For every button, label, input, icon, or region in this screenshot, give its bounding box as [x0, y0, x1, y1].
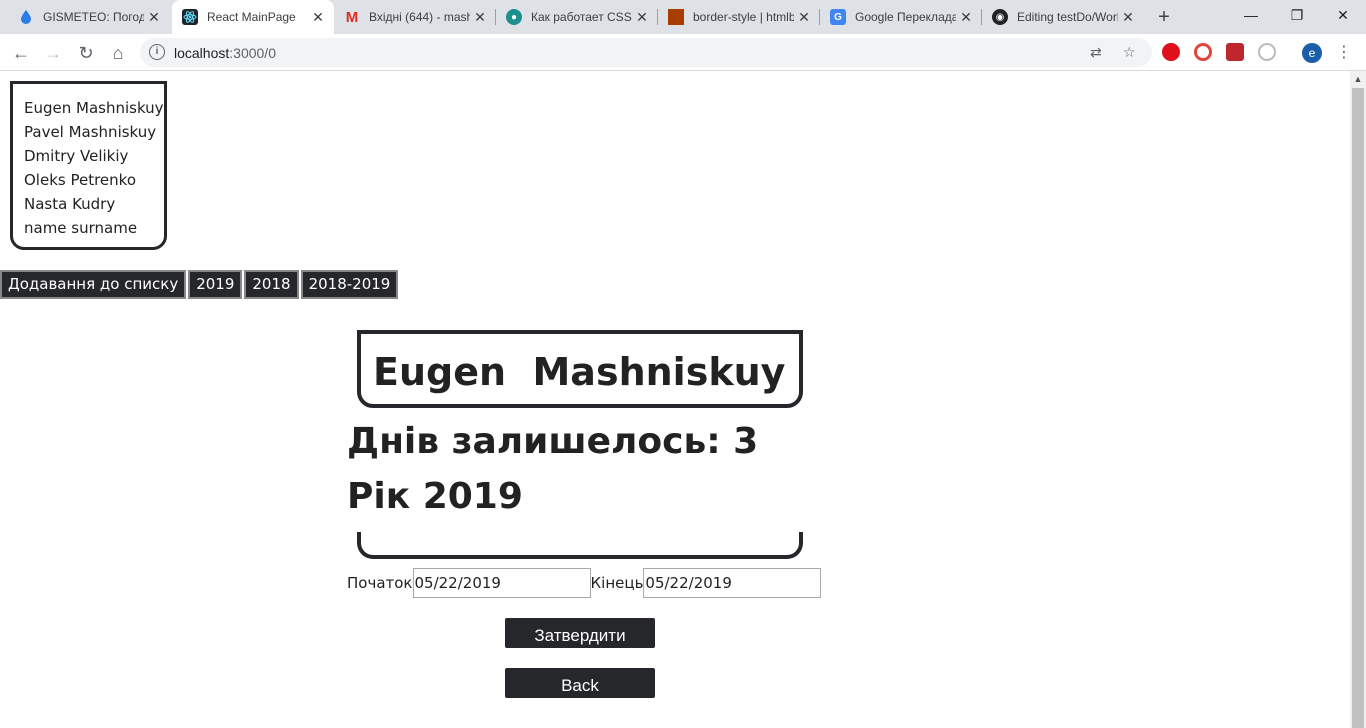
- gmail-icon: M: [345, 8, 359, 26]
- tab-strip: GISMETEO: Погода ✕ React MainPage ✕ M Вх…: [0, 0, 1366, 34]
- scrollbar-thumb[interactable]: [1352, 88, 1364, 728]
- target-extension-icon[interactable]: [1194, 43, 1212, 61]
- water-drop-icon: [18, 9, 34, 25]
- react-icon: [182, 9, 198, 25]
- tab-gmail[interactable]: M Вхідні (644) - mashni ✕: [334, 0, 496, 34]
- days-left-heading: Днів залишелось: 3: [347, 421, 759, 462]
- close-icon[interactable]: ✕: [794, 9, 814, 26]
- puzzle-extension-icon[interactable]: [1226, 43, 1244, 61]
- tab-title: React MainPage: [207, 10, 296, 24]
- adblock-extension-icon[interactable]: [1162, 43, 1180, 61]
- new-tab-icon[interactable]: +: [1152, 5, 1176, 29]
- back-arrow-icon[interactable]: ←: [8, 40, 34, 66]
- browser-toolbar: ← → ↻ ⌂ i localhost:3000/0 ⇄ ☆ e ⋮: [0, 34, 1366, 71]
- tab-title: Google Перекладач: [855, 10, 956, 24]
- end-date-input[interactable]: 05/22/2019: [643, 568, 822, 598]
- tab-react-mainpage[interactable]: React MainPage ✕: [172, 0, 334, 34]
- scroll-up-icon[interactable]: ▲: [1350, 71, 1366, 87]
- year-2018-2019-button[interactable]: 2018-2019: [300, 270, 399, 299]
- tab-css-flex[interactable]: ● Как работает CSS Fl ✕: [496, 0, 658, 34]
- year-2018-button[interactable]: 2018: [244, 270, 299, 299]
- vertical-scrollbar[interactable]: ▲: [1350, 71, 1366, 728]
- window-close-icon[interactable]: ✕: [1320, 0, 1366, 30]
- restore-icon[interactable]: ❐: [1274, 0, 1320, 30]
- tab-github[interactable]: ◉ Editing testDo/Work ✕: [982, 0, 1144, 34]
- list-item[interactable]: Pavel Mashniskuy: [24, 120, 164, 144]
- year-2019-button[interactable]: 2019: [188, 270, 243, 299]
- google-translate-icon: G: [830, 9, 846, 25]
- reload-icon[interactable]: ↻: [73, 40, 99, 66]
- confirm-button[interactable]: Затвердити: [505, 618, 655, 648]
- minimize-icon[interactable]: —: [1228, 0, 1274, 30]
- bookmark-star-icon[interactable]: ☆: [1123, 44, 1136, 61]
- translate-icon[interactable]: ⇄: [1090, 44, 1102, 61]
- close-icon[interactable]: ✕: [308, 9, 328, 26]
- forward-arrow-icon[interactable]: →: [40, 40, 66, 66]
- close-icon[interactable]: ✕: [470, 9, 490, 26]
- url-text[interactable]: localhost:3000/0: [174, 45, 276, 61]
- add-to-list-button[interactable]: Додавання до списку: [0, 270, 187, 299]
- start-date-label: Початок: [347, 574, 413, 592]
- info-icon[interactable]: i: [149, 44, 165, 60]
- year-heading: Рік 2019: [347, 476, 523, 517]
- back-button[interactable]: Back: [505, 668, 655, 698]
- kebab-menu-icon[interactable]: ⋮: [1336, 42, 1352, 62]
- list-item[interactable]: Dmitry Velikiy: [24, 144, 164, 168]
- navigation-buttons: Додавання до списку 2019 2018 2018-2019: [0, 270, 400, 299]
- start-date-input[interactable]: 05/22/2019: [412, 568, 591, 598]
- tab-title: Как работает CSS Fl: [531, 10, 632, 24]
- date-range-row: Початок 05/22/2019 Кінець 05/22/2019: [347, 568, 822, 598]
- profile-avatar[interactable]: e: [1302, 43, 1322, 63]
- end-date-label: Кінець: [590, 574, 644, 592]
- list-item[interactable]: Nasta Kudry: [24, 192, 164, 216]
- tab-title: Вхідні (644) - mashni: [369, 10, 470, 24]
- person-name-box: Eugen Mashniskuy: [357, 330, 803, 408]
- close-icon[interactable]: ✕: [1118, 9, 1138, 26]
- close-icon[interactable]: ✕: [956, 9, 976, 26]
- home-icon[interactable]: ⌂: [105, 40, 131, 66]
- github-icon: ◉: [992, 9, 1008, 25]
- hexlet-icon: ●: [506, 9, 522, 25]
- htmlbook-icon: [668, 9, 684, 25]
- tab-title: GISMETEO: Погода: [43, 10, 144, 24]
- bottom-frame: [357, 532, 803, 559]
- tab-htmlbook[interactable]: border-style | htmlbook ✕: [658, 0, 820, 34]
- list-item[interactable]: Eugen Mashniskuy: [24, 96, 164, 120]
- close-icon[interactable]: ✕: [632, 9, 652, 26]
- list-item[interactable]: Oleks Petrenko: [24, 168, 164, 192]
- close-icon[interactable]: ✕: [144, 9, 164, 26]
- person-name: Eugen Mashniskuy: [373, 350, 786, 394]
- tab-title: border-style | htmlbook: [693, 10, 794, 24]
- names-list: Eugen Mashniskuy Pavel Mashniskuy Dmitry…: [10, 81, 167, 250]
- tab-gismeteo[interactable]: GISMETEO: Погода ✕: [8, 0, 170, 34]
- tab-title: Editing testDo/Work: [1017, 10, 1118, 24]
- address-bar[interactable]: i localhost:3000/0 ⇄ ☆: [140, 38, 1152, 67]
- list-item[interactable]: name surname: [24, 216, 164, 240]
- circle-extension-icon[interactable]: [1258, 43, 1276, 61]
- page-viewport: Eugen Mashniskuy Pavel Mashniskuy Dmitry…: [0, 71, 1350, 728]
- tab-google-translate[interactable]: G Google Перекладач ✕: [820, 0, 982, 34]
